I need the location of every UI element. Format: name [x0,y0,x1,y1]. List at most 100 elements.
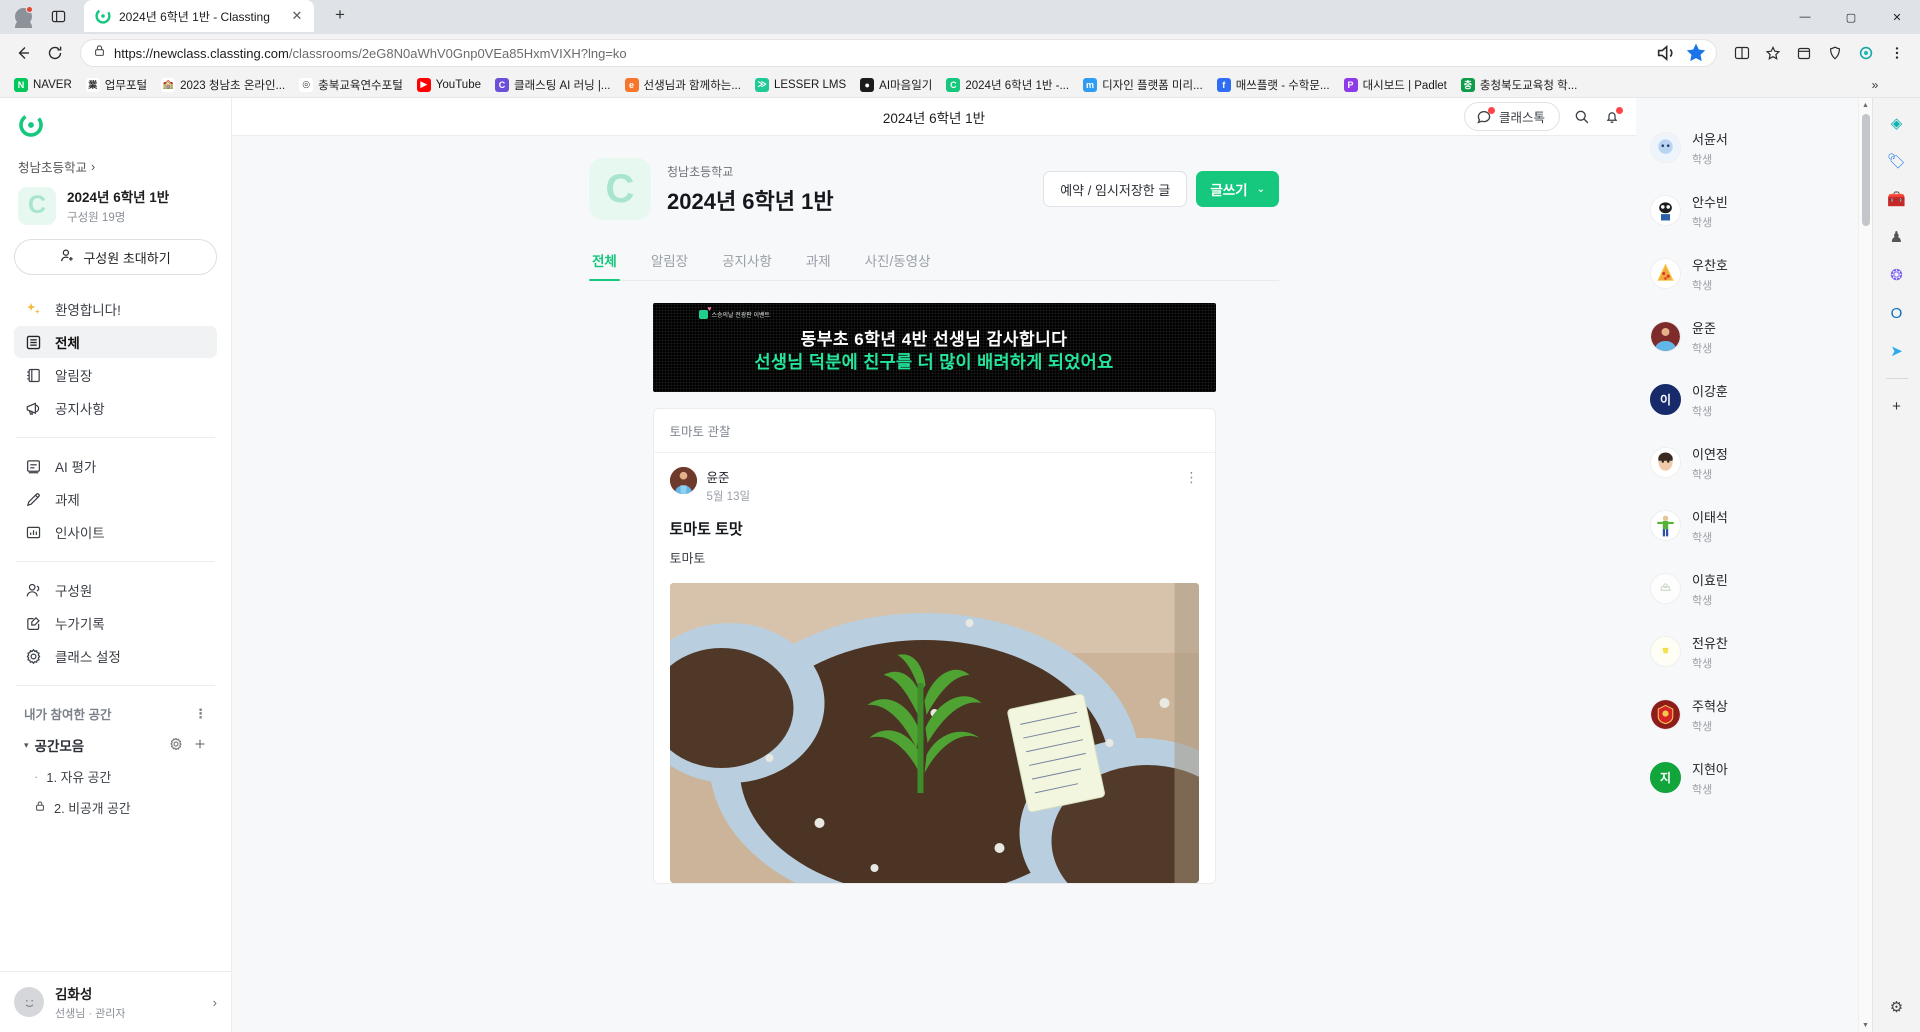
avatar[interactable] [669,467,697,494]
event-banner[interactable]: ♥ 스승의날 전광판 이벤트 동부초 6학년 4반 선생님 감사합니다 선생님 … [652,303,1216,392]
space-item[interactable]: · 1. 자유 공간 [14,761,217,792]
tab-2[interactable]: 공지사항 [719,244,775,280]
space-group-row[interactable]: ▾ 공간모음 [14,729,217,761]
browser-tab[interactable]: 2024년 6학년 1반 - Classting ✕ [84,0,314,32]
sidebar-item-megaphone[interactable]: 공지사항 [14,392,217,424]
back-button[interactable] [8,38,38,68]
sidebar-item-people[interactable]: 구성원 [14,574,217,606]
sidebar-item-gear[interactable]: 클래스 설정 [14,640,217,672]
bookmark-item[interactable]: ▶ YouTube [411,76,487,94]
favorites-icon[interactable] [1758,38,1788,68]
school-breadcrumb[interactable]: 청남초등학교 › [14,153,217,184]
minimize-button[interactable]: — [1782,0,1828,34]
sidebar-item-sparkles[interactable]: 환영합니다! [14,293,217,325]
bookmark-item[interactable]: P 대시보드 | Padlet [1338,75,1453,95]
spaces-kebab-icon[interactable]: ⋮ [194,706,207,722]
member-list-item[interactable]: 안수빈 학생 [1650,179,1858,242]
classtalk-button[interactable]: 클래스톡 [1463,102,1560,131]
scrollbar-thumb[interactable] [1862,114,1870,226]
scroll-down-arrow[interactable]: ▼ [1859,1018,1872,1032]
scroll-up-arrow[interactable]: ▲ [1859,98,1872,112]
bookmark-item[interactable]: 충 충청북도교육청 학... [1455,75,1583,95]
member-list-item[interactable]: 이효린 학생 [1650,557,1858,620]
bookmark-item[interactable]: f 매쓰플랫 - 수학문... [1211,75,1336,95]
sidebar-item-record[interactable]: 누가기록 [14,607,217,639]
chevron-right-icon[interactable]: › [213,995,217,1010]
tab-0[interactable]: 전체 [589,244,620,281]
space-add-icon[interactable] [193,737,207,754]
add-app-icon[interactable]: + [1880,389,1914,423]
browser-essentials-icon[interactable] [1820,38,1850,68]
member-list-item[interactable]: 이태석 학생 [1650,494,1858,557]
games-icon[interactable]: ♟ [1880,220,1914,254]
bookmark-item[interactable]: 🏫 2023 청남초 온라인... [155,75,291,95]
search-icon[interactable] [1574,109,1590,125]
bullet-icon: · [34,769,39,784]
bookmark-item[interactable]: m 디자인 플랫폼 미리... [1077,75,1209,95]
copilot-icon[interactable] [1851,38,1881,68]
space-item[interactable]: 2. 비공개 공간 [14,792,217,823]
settings-gear-icon[interactable]: ⚙ [1880,990,1914,1024]
member-list-item[interactable]: 주혁상 학생 [1650,683,1858,746]
post-photo[interactable] [669,583,1199,883]
favorite-star-icon[interactable] [1684,41,1708,65]
split-screen-icon[interactable] [1727,38,1757,68]
tab-1[interactable]: 알림장 [648,244,691,280]
invite-member-button[interactable]: 구성원 초대하기 [14,239,217,275]
classting-logo-icon[interactable] [14,98,217,153]
microsoft365-icon[interactable]: ❂ [1880,258,1914,292]
bookmark-item[interactable]: e 선생님과 함께하는... [619,75,747,95]
write-post-label: 글쓰기 [1210,183,1248,198]
telegram-icon[interactable]: ➤ [1880,334,1914,368]
draft-posts-button[interactable]: 예약 / 임시저장한 글 [1043,171,1188,207]
bookmark-item[interactable]: ≫ LESSER LMS [749,76,852,94]
member-list-item[interactable]: 서윤서 학생 [1650,116,1858,179]
member-list-item[interactable]: 이연정 학생 [1650,431,1858,494]
bookmark-item[interactable]: C 2024년 6학년 1반 -... [940,75,1075,95]
sidebar-class-card[interactable]: C 2024년 6학년 1반 구성원 19명 [14,184,217,239]
member-list-item[interactable]: 우찬호 학생 [1650,242,1858,305]
bell-icon[interactable] [1604,106,1623,125]
profile-button[interactable] [8,2,38,30]
write-post-button[interactable]: 글쓰기 ⌄ [1196,171,1279,207]
maximize-button[interactable]: ▢ [1828,0,1874,34]
bookmark-item[interactable]: N NAVER [8,76,78,94]
new-tab-button[interactable]: + [326,1,354,29]
sidebar-item-notebook[interactable]: 알림장 [14,359,217,391]
copilot-icon[interactable]: ◈ [1880,106,1914,140]
collections-icon[interactable] [1789,38,1819,68]
post-more-icon[interactable]: ⋮ [1185,469,1199,486]
page-scrollbar[interactable]: ▲ ▼ [1858,98,1872,1032]
space-settings-icon[interactable] [169,736,183,754]
sidebar-item-chart[interactable]: 인사이트 [14,516,217,548]
browser-menu-icon[interactable] [1882,38,1912,68]
sidebar-item-assessment[interactable]: AI 평가 [14,450,217,482]
window-close-button[interactable]: ✕ [1874,0,1920,34]
sidebar-item-pencil[interactable]: 과제 [14,483,217,515]
address-bar[interactable]: https://newclass.classting.com/classroom… [80,39,1717,67]
bookmarks-overflow-icon[interactable]: » [1864,73,1886,96]
outlook-icon[interactable]: O [1880,296,1914,330]
read-aloud-icon[interactable] [1656,41,1680,65]
post-category: 토마토 관찰 [653,409,1215,453]
reload-button[interactable] [40,38,70,68]
sidebar-item-list[interactable]: 전체 [14,326,217,358]
bookmark-item[interactable]: ◎ 충북교육연수포털 [293,75,409,95]
feed-tabs: 전체 알림장 공지사항 과제 사진/동영상 [589,244,1279,281]
tab-search-icon[interactable] [44,3,72,29]
bookmark-item[interactable]: 業 업무포털 [80,75,153,95]
tools-icon[interactable]: 🧰 [1880,182,1914,216]
bookmark-label: 업무포털 [104,79,148,92]
sidebar-user-footer[interactable]: 김화성 선생님 · 관리자 › [0,971,231,1032]
bookmark-item[interactable]: ● AI마음일기 [854,75,938,95]
member-list-item[interactable]: 전유찬 학생 [1650,620,1858,683]
tab-3[interactable]: 과제 [803,244,834,280]
bookmark-item[interactable]: C 클래스팅 AI 러닝 |... [489,75,617,95]
member-list-item[interactable]: 윤준 학생 [1650,305,1858,368]
close-icon[interactable]: ✕ [288,7,306,25]
member-list-item[interactable]: 지 지현아 학생 [1650,746,1858,809]
post-card[interactable]: 토마토 관찰 윤준 5월 13일 ⋮ 토마토 토맛 토마토 [652,408,1216,884]
member-list-item[interactable]: 이 이강훈 학생 [1650,368,1858,431]
shopping-tag-icon[interactable]: 🏷 [1880,144,1914,178]
tab-4[interactable]: 사진/동영상 [862,244,934,280]
